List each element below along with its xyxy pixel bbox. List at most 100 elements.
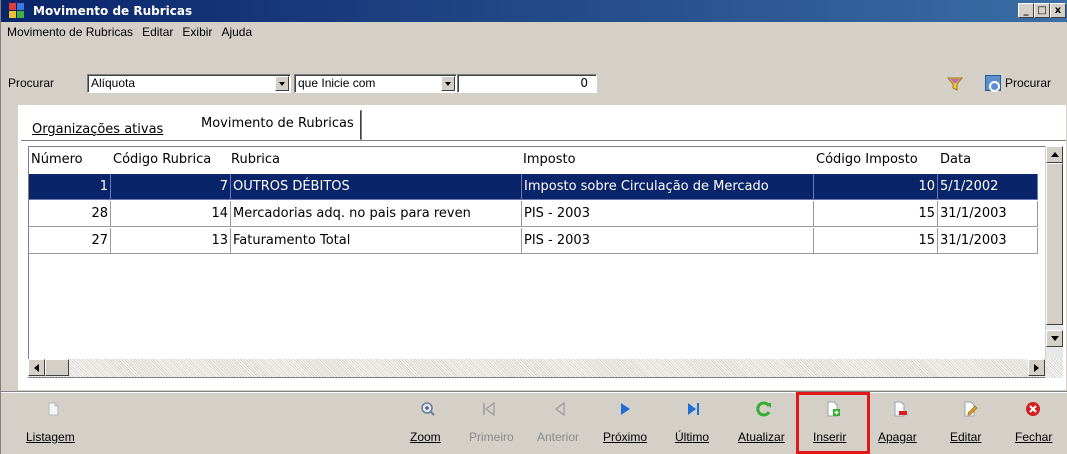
- refresh-icon: [756, 401, 771, 417]
- col-data[interactable]: Data: [938, 147, 1038, 173]
- app-icon: [9, 3, 25, 19]
- cell-numero: 1: [29, 174, 111, 200]
- cell-numero: 28: [29, 201, 111, 227]
- zoom-button[interactable]: Zoom: [393, 398, 463, 448]
- rubricas-grid: Número Código Rubrica Rubrica Imposto Có…: [28, 146, 1048, 378]
- anterior-label: Anterior: [537, 430, 580, 444]
- menu-bar: Movimento de Rubricas Editar Exibir Ajud…: [1, 22, 1067, 42]
- ultimo-button[interactable]: Último: [658, 398, 728, 448]
- chevron-down-icon[interactable]: [441, 76, 455, 91]
- col-rubrica[interactable]: Rubrica: [229, 147, 521, 173]
- cell-data: 31/1/2003: [938, 228, 1038, 254]
- col-imposto[interactable]: Imposto: [521, 147, 814, 173]
- cell-imposto: Imposto sobre Circulação de Mercado: [522, 174, 814, 200]
- atualizar-label: Atualizar: [738, 430, 785, 444]
- arrow-right-icon: [1034, 363, 1039, 372]
- chevron-down-icon[interactable]: [275, 76, 289, 91]
- tab-divider: [21, 140, 1066, 141]
- procurar-label: Procurar: [1005, 76, 1052, 90]
- editar-label: Editar: [950, 430, 982, 444]
- cell-codigo-imposto: 15: [814, 228, 938, 254]
- scroll-thumb[interactable]: [1046, 163, 1063, 325]
- apagar-label: Apagar: [878, 430, 917, 444]
- cell-codigo-imposto: 10: [814, 174, 938, 200]
- scroll-down-button[interactable]: [1046, 330, 1063, 347]
- listagem-button[interactable]: Listagem: [18, 398, 88, 448]
- arrow-up-icon: [1050, 152, 1059, 157]
- search-field-value: Alíquota: [91, 76, 136, 90]
- document-icon: [48, 402, 59, 416]
- cell-codigo-rubrica: 7: [111, 174, 231, 200]
- search-condition-select[interactable]: que Inicie com: [294, 74, 457, 93]
- editar-button[interactable]: Editar: [935, 398, 1005, 448]
- scroll-right-button[interactable]: [1028, 359, 1045, 376]
- cell-numero: 27: [29, 228, 111, 254]
- zoom-label: Zoom: [410, 430, 441, 444]
- tab-label: Organizações ativas: [32, 122, 164, 137]
- filter-icon[interactable]: [947, 77, 963, 91]
- primeiro-label: Primeiro: [469, 430, 514, 444]
- listagem-label: Listagem: [26, 430, 75, 444]
- delete-record-icon: [894, 401, 907, 417]
- proximo-button[interactable]: Próximo: [590, 398, 660, 448]
- fechar-label: Fechar: [1015, 430, 1053, 444]
- table-row[interactable]: 27 13 Faturamento Total PIS - 2003 15 31…: [29, 228, 1047, 254]
- menu-editar[interactable]: Editar: [142, 25, 173, 39]
- procurar-button[interactable]: Procurar: [985, 75, 1052, 92]
- grid-header: Número Código Rubrica Rubrica Imposto Có…: [29, 147, 1047, 173]
- previous-record-icon: [555, 401, 565, 417]
- search-label: Procurar: [8, 76, 55, 90]
- fechar-button[interactable]: Fechar: [998, 398, 1067, 448]
- col-codigo-imposto[interactable]: Código Imposto: [814, 147, 938, 173]
- zoom-icon: [421, 402, 435, 416]
- tab-movimento-rubricas[interactable]: Movimento de Rubricas: [194, 110, 361, 140]
- window-title: Movimento de Rubricas: [33, 4, 193, 18]
- hscroll-thumb[interactable]: [45, 359, 69, 376]
- cell-rubrica: Mercadorias adq. no pais para reven: [231, 201, 522, 227]
- menu-movimento-rubricas[interactable]: Movimento de Rubricas: [7, 25, 133, 39]
- cell-imposto: PIS - 2003: [522, 228, 814, 254]
- window-controls: _ □ x: [1018, 3, 1066, 18]
- first-record-icon: [483, 401, 495, 417]
- title-bar: Movimento de Rubricas _ □ x: [1, 0, 1067, 22]
- cell-data: 5/1/2002: [938, 174, 1038, 200]
- last-record-icon: [688, 403, 699, 415]
- tab-label: Movimento de Rubricas: [201, 116, 354, 131]
- cell-data: 31/1/2003: [938, 201, 1038, 227]
- apagar-button[interactable]: Apagar: [865, 398, 935, 448]
- cell-imposto: PIS - 2003: [522, 201, 814, 227]
- maximize-icon[interactable]: □: [1034, 3, 1050, 18]
- edit-record-icon: [964, 401, 978, 417]
- ultimo-label: Último: [675, 430, 710, 444]
- cell-rubrica: OUTROS DÉBITOS: [231, 174, 522, 200]
- col-codigo-rubrica[interactable]: Código Rubrica: [111, 147, 229, 173]
- menu-ajuda[interactable]: Ajuda: [221, 25, 252, 39]
- anterior-button: Anterior: [525, 398, 595, 448]
- col-numero[interactable]: Número: [29, 147, 111, 173]
- vertical-scrollbar[interactable]: [1045, 146, 1063, 378]
- close-circle-icon: [1026, 402, 1040, 416]
- cell-rubrica: Faturamento Total: [231, 228, 522, 254]
- main-window: Movimento de Rubricas _ □ x Movimento de…: [0, 0, 1067, 454]
- horizontal-scrollbar[interactable]: [28, 359, 1063, 377]
- table-row[interactable]: 28 14 Mercadorias adq. no pais para reve…: [29, 201, 1047, 227]
- minimize-icon[interactable]: _: [1018, 3, 1034, 18]
- scroll-left-button[interactable]: [28, 359, 45, 376]
- scroll-up-button[interactable]: [1046, 146, 1063, 163]
- search-icon: [985, 75, 1001, 92]
- cell-codigo-rubrica: 14: [111, 201, 231, 227]
- toolbar-separator: [1, 391, 1067, 393]
- proximo-label: Próximo: [603, 430, 648, 444]
- cell-codigo-imposto: 15: [814, 201, 938, 227]
- menu-exibir[interactable]: Exibir: [182, 25, 212, 39]
- cell-codigo-rubrica: 13: [111, 228, 231, 254]
- arrow-down-icon: [1050, 336, 1059, 341]
- search-value-input[interactable]: 0: [457, 74, 597, 93]
- close-icon[interactable]: x: [1050, 3, 1066, 18]
- table-row[interactable]: 1 7 OUTROS DÉBITOS Imposto sobre Circula…: [29, 174, 1047, 200]
- atualizar-button[interactable]: Atualizar: [729, 398, 799, 448]
- search-field-select[interactable]: Alíquota: [87, 74, 291, 93]
- next-record-icon: [621, 403, 630, 415]
- tab-organizacoes-ativas[interactable]: Organizações ativas: [26, 116, 170, 140]
- inserir-highlight: [796, 392, 870, 454]
